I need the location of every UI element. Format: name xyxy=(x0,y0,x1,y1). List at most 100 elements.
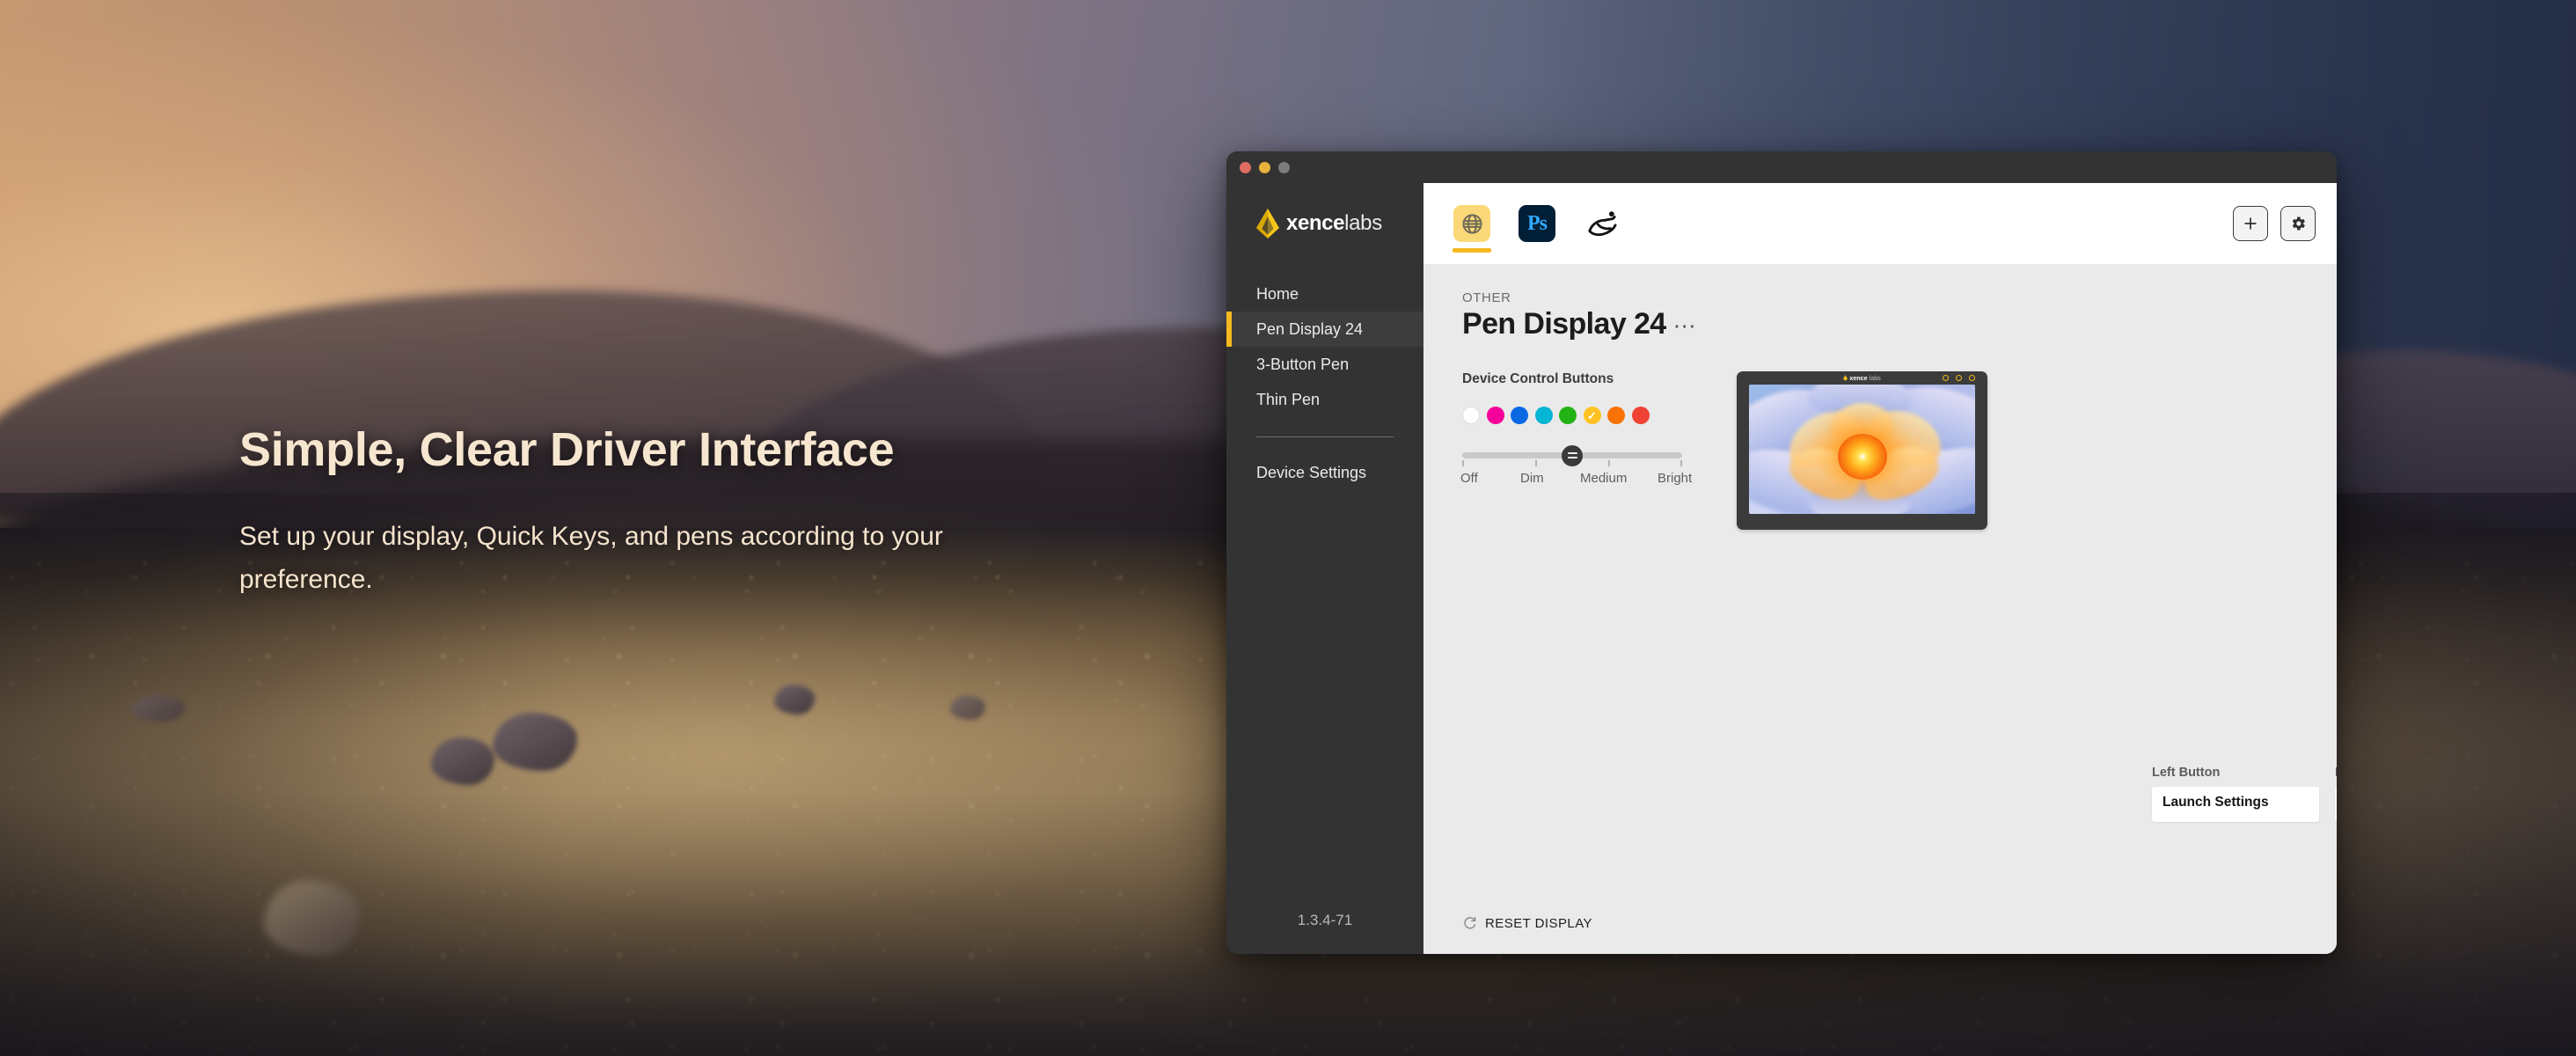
reset-display-label: RESET DISPLAY xyxy=(1485,916,1593,931)
tick-off xyxy=(1462,460,1464,466)
photoshop-icon-label: Ps xyxy=(1527,211,1548,235)
color-swatch-orange[interactable] xyxy=(1607,407,1625,424)
rock xyxy=(774,685,815,715)
left-button-assignment: Left Button Launch Settings xyxy=(2152,766,2319,822)
sidebar-nav-secondary: Device Settings xyxy=(1226,437,1423,490)
settings-button[interactable] xyxy=(2280,206,2316,241)
xencelabs-diamond-icon xyxy=(1843,375,1848,381)
screen-glare xyxy=(1749,385,1975,514)
led-indicator xyxy=(1943,374,1949,381)
sidebar-item-thin-pen[interactable]: Thin Pen xyxy=(1226,382,1423,417)
toolbar-actions xyxy=(2233,206,2316,241)
sidebar-item-home[interactable]: Home xyxy=(1226,276,1423,312)
brand-wordmark: xencelabs xyxy=(1286,213,1382,234)
desktop-background: Simple, Clear Driver Interface Set up yo… xyxy=(0,0,2576,1056)
sidebar-item-label: Thin Pen xyxy=(1256,390,1321,408)
xencelabs-diamond-icon xyxy=(1256,209,1279,238)
left-button-label: Left Button xyxy=(2152,766,2221,780)
rock xyxy=(264,880,359,956)
tick-bright xyxy=(1680,460,1682,466)
brightness-label-off: Off xyxy=(1460,471,1478,486)
left-button-dropdown[interactable]: Launch Settings xyxy=(2152,787,2319,822)
device-settings-pane: OTHER Pen Display 24 ⋯ Device Control Bu… xyxy=(1423,264,2337,954)
color-swatch-red[interactable] xyxy=(1631,407,1650,424)
color-swatch-blue[interactable] xyxy=(1511,407,1528,424)
rock xyxy=(950,695,985,720)
rock xyxy=(431,737,494,785)
version-label: 1.3.4-71 xyxy=(1297,912,1353,928)
sidebar-nav: Home Pen Display 24 3-Button Pen Thin Pe… xyxy=(1226,264,1423,417)
page-title: Pen Display 24 xyxy=(1462,307,1666,341)
device-indicator-leds xyxy=(1943,374,1975,381)
drag-handle-icon xyxy=(1567,452,1577,458)
led-indicator xyxy=(1956,374,1962,381)
running-figure-icon xyxy=(1584,205,1621,242)
color-swatch-white[interactable] xyxy=(1462,407,1480,424)
brand-logo: xencelabs xyxy=(1226,183,1423,264)
add-application-button[interactable] xyxy=(2233,206,2268,241)
check-icon: ✓ xyxy=(1587,408,1597,422)
device-brand-bold: xence xyxy=(1849,373,1868,382)
sidebar-item-3-button-pen[interactable]: 3-Button Pen xyxy=(1226,347,1423,382)
device-screen-wallpaper xyxy=(1749,385,1975,514)
photoshop-icon: Ps xyxy=(1519,205,1555,242)
plus-icon xyxy=(2244,217,2257,230)
refresh-icon xyxy=(1464,916,1476,929)
tab-clip-studio-paint[interactable] xyxy=(1577,183,1628,264)
hero-text-block: Simple, Clear Driver Interface Set up yo… xyxy=(239,422,1119,601)
color-swatch-cyan[interactable] xyxy=(1534,407,1553,424)
globe-icon xyxy=(1453,205,1490,242)
zoom-button[interactable] xyxy=(1278,161,1290,173)
hero-subtitle: Set up your display, Quick Keys, and pen… xyxy=(239,522,943,594)
app-toolbar: Ps xyxy=(1423,183,2337,264)
brightness-label-medium: Medium xyxy=(1580,471,1628,486)
device-preview: xence labs xyxy=(1737,371,1987,530)
brightness-tick-marks xyxy=(1462,460,1682,467)
color-swatch-group: ✓ xyxy=(1462,407,1700,424)
device-brand-light: labs xyxy=(1869,373,1881,382)
device-control-buttons-section: Device Control Buttons ✓ Off Dim Medium … xyxy=(1460,371,1700,530)
window-titlebar[interactable] xyxy=(1226,151,2337,183)
sidebar-item-label: Pen Display 24 xyxy=(1256,319,1364,338)
rock xyxy=(132,695,185,722)
color-swatch-green[interactable] xyxy=(1559,407,1577,424)
close-button[interactable] xyxy=(1240,161,1251,173)
hero-title: Simple, Clear Driver Interface xyxy=(239,423,895,476)
minimize-button[interactable] xyxy=(1259,161,1270,173)
tick-medium xyxy=(1608,460,1610,466)
tick-dim xyxy=(1535,460,1537,466)
xencelabs-driver-window: xencelabs Home Pen Display 24 3-Button P… xyxy=(1226,151,2337,954)
application-tabs: Ps xyxy=(1446,183,1628,264)
sidebar: xencelabs Home Pen Display 24 3-Button P… xyxy=(1226,183,1423,954)
led-indicator xyxy=(1969,374,1975,381)
pen-display-24-mockup: xence labs xyxy=(1737,371,1987,530)
device-control-buttons-label: Device Control Buttons xyxy=(1462,371,1614,386)
middle-button-dropdown[interactable]: Adjust Pressure xyxy=(2335,787,2337,822)
brightness-label-bright: Bright xyxy=(1658,471,1693,486)
tab-all-applications[interactable] xyxy=(1446,183,1497,264)
sidebar-item-device-settings[interactable]: Device Settings xyxy=(1226,455,1423,490)
sidebar-item-pen-display-24[interactable]: Pen Display 24 xyxy=(1226,312,1423,347)
page-title-row: Pen Display 24 ⋯ xyxy=(1462,307,2337,341)
brand-name-bold: xence xyxy=(1286,211,1345,235)
middle-button-assignment: Middle Button Adjust Pressure xyxy=(2335,766,2337,822)
middle-button-label: Middle Button xyxy=(2335,766,2337,780)
tab-photoshop[interactable]: Ps xyxy=(1511,183,1562,264)
window-body: xencelabs Home Pen Display 24 3-Button P… xyxy=(1226,183,2337,954)
rock xyxy=(493,713,577,771)
brightness-label-dim: Dim xyxy=(1520,471,1544,486)
gear-icon xyxy=(2292,216,2305,231)
reset-display-button[interactable]: RESET DISPLAY xyxy=(1462,916,1592,931)
device-brand: xence labs xyxy=(1843,375,1881,381)
color-swatch-magenta[interactable] xyxy=(1486,407,1504,424)
sidebar-item-label: Device Settings xyxy=(1256,463,1367,481)
left-button-value: Launch Settings xyxy=(2163,795,2269,810)
main-row: Device Control Buttons ✓ Off Dim Medium … xyxy=(1423,371,2337,530)
page-kicker: OTHER xyxy=(1462,290,1511,305)
brand-name-light: labs xyxy=(1344,211,1382,235)
page-title-overflow-menu[interactable]: ⋯ xyxy=(1673,314,1698,336)
content-pane: Ps OTHER Pen Display 24 ⋯ Device Control… xyxy=(1423,183,2337,954)
brightness-slider[interactable]: Off Dim Medium Bright xyxy=(1460,444,1692,488)
color-swatch-amber[interactable]: ✓ xyxy=(1583,407,1601,424)
button-assignments: Left Button Launch Settings Middle Butto… xyxy=(2152,766,2337,822)
